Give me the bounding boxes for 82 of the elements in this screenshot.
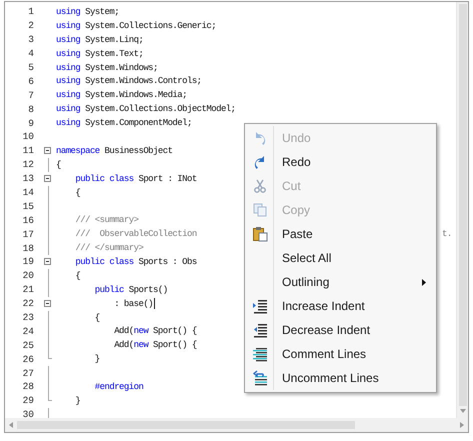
code-line: using System.Windows; <box>56 62 158 72</box>
code-line: { <box>74 270 80 281</box>
menu-item[interactable]: Decrease Indent <box>247 318 434 342</box>
line-number: 18 <box>22 242 34 254</box>
code-line: using System.Windows.Controls; <box>56 76 202 86</box>
horizontal-scrollbar[interactable] <box>5 418 456 432</box>
menu-item[interactable]: Paste <box>247 222 434 246</box>
paste-icon <box>252 226 268 242</box>
code-line: public class Sports : Obs <box>74 256 197 267</box>
code-line: using System.Windows.Media; <box>56 90 187 100</box>
scrollbar-thumb[interactable] <box>458 4 466 406</box>
line-number: 2 <box>27 20 34 32</box>
collapse-icon[interactable] <box>44 258 51 266</box>
code-line: } <box>94 354 100 364</box>
line-number: 19 <box>22 256 34 268</box>
line-number: 11 <box>22 145 34 156</box>
menu-item[interactable]: Increase Indent <box>247 294 434 318</box>
line-number: 29 <box>22 395 34 406</box>
code-line: using System.Text; <box>56 48 144 59</box>
line-number: 13 <box>22 173 34 184</box>
code-line: /// ObservableCollection <box>74 229 197 240</box>
line-number: 27 <box>22 368 34 379</box>
decrease-indent-icon <box>252 322 268 338</box>
menu-item[interactable]: Redo <box>247 150 434 174</box>
line-number: 5 <box>27 62 34 73</box>
line-number: 30 <box>22 409 34 418</box>
scissors-icon <box>252 178 268 194</box>
collapse-icon[interactable] <box>44 146 51 154</box>
line-number: 24 <box>22 326 34 337</box>
comment-lines-icon <box>252 346 268 362</box>
line-number: 9 <box>27 118 34 129</box>
menu-item[interactable]: Outlining <box>247 270 434 294</box>
code-line: Add(new Sport() { <box>113 326 197 336</box>
code-line: using System.ComponentModel; <box>56 118 192 128</box>
line-number: 20 <box>22 270 34 282</box>
code-line: /// <summary> <box>74 215 138 226</box>
code-line: namespace BusinessObject <box>56 146 172 156</box>
uncomment-lines-icon <box>252 370 268 386</box>
line-number: 17 <box>22 228 34 240</box>
code-line: } <box>74 396 80 406</box>
code-line: using System; <box>56 6 120 17</box>
line-number: 14 <box>22 187 34 198</box>
line-number: 15 <box>22 200 34 212</box>
code-line: : base() <box>113 298 154 309</box>
code-line: { <box>56 160 61 170</box>
line-number: 3 <box>27 34 34 46</box>
line-number: 16 <box>22 214 34 226</box>
scroll-down-icon[interactable] <box>460 409 466 413</box>
line-number: 23 <box>22 312 34 324</box>
line-number: 1 <box>27 6 34 18</box>
code-fragment: t. <box>442 229 452 240</box>
menu-item[interactable]: Select All <box>247 246 434 270</box>
code-line: using System.Linq; <box>56 34 144 45</box>
code-line: { <box>74 188 80 198</box>
code-line: public Sports() <box>94 284 168 295</box>
line-number: 12 <box>22 159 34 170</box>
line-number: 7 <box>27 90 34 101</box>
line-number: 22 <box>22 298 34 310</box>
menu-item[interactable]: Comment Lines <box>247 342 434 366</box>
line-number: 26 <box>22 354 34 365</box>
code-line: using System.Collections.ObjectModel; <box>56 104 236 114</box>
menu-item[interactable]: Uncomment Lines <box>247 366 434 390</box>
line-number: 25 <box>22 340 34 351</box>
scroll-left-icon[interactable] <box>9 422 13 428</box>
code-line: #endregion <box>94 382 144 392</box>
collapse-icon[interactable] <box>44 174 51 182</box>
code-line: public class Sport : INot <box>74 174 197 184</box>
code-line: Add(new Sport() { <box>113 340 197 350</box>
collapse-icon[interactable] <box>44 300 51 307</box>
line-number: 28 <box>22 381 34 392</box>
code-line: using System.Collections.Generic; <box>56 20 216 31</box>
code-line: /// </summary> <box>74 243 144 254</box>
line-number: 10 <box>22 131 34 142</box>
line-number: 21 <box>22 284 34 296</box>
scroll-right-icon[interactable] <box>460 422 464 428</box>
line-number: 4 <box>27 48 34 60</box>
code-line: { <box>94 312 100 323</box>
increase-indent-icon <box>252 298 268 314</box>
line-number: 6 <box>27 76 34 87</box>
copy-icon <box>252 202 268 218</box>
line-number: 8 <box>27 104 34 115</box>
vertical-scrollbar[interactable] <box>456 2 468 418</box>
